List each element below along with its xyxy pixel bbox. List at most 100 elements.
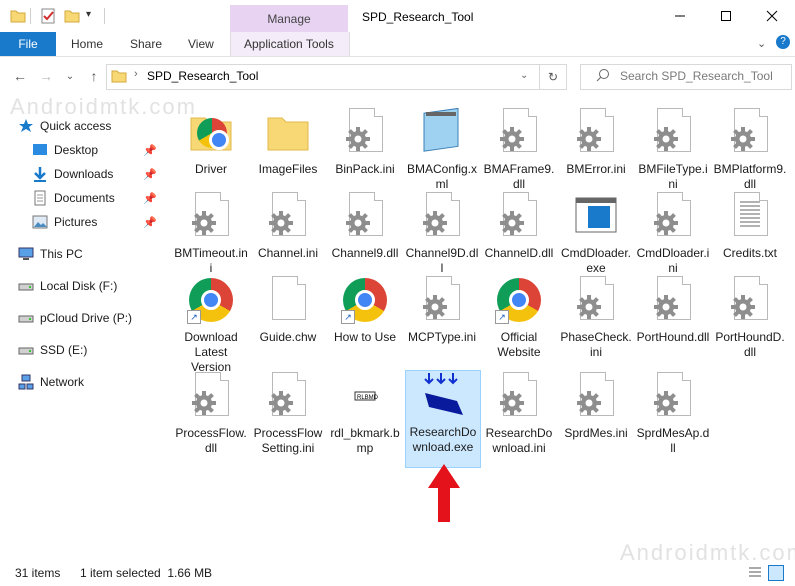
settings-file-icon	[418, 276, 466, 324]
file-item[interactable]: PortHoundD.dll	[713, 276, 787, 374]
watermark: Androidmtk.com	[10, 94, 197, 119]
file-item[interactable]: ↗ How to Use	[328, 276, 402, 374]
settings-file-icon	[341, 192, 389, 240]
file-name: ChannelD.dll	[484, 246, 554, 260]
new-folder-icon[interactable]	[64, 8, 80, 24]
file-name: rdl_bkmark.bmp	[330, 426, 400, 455]
close-button[interactable]	[749, 0, 795, 32]
nav-local-disk[interactable]: Local Disk (F:)	[18, 275, 117, 297]
settings-file-icon	[649, 372, 697, 420]
help-icon[interactable]: ?	[776, 35, 790, 49]
file-name: SprdMes.ini	[564, 426, 628, 440]
nav-label: Downloads	[54, 167, 114, 181]
file-name: Guide.chw	[259, 330, 317, 344]
file-name: Official Website	[497, 330, 541, 359]
file-name: ResearchDownload.ini	[485, 426, 553, 455]
folder-icon	[111, 68, 127, 87]
address-path: SPD_Research_Tool	[147, 69, 259, 83]
bitmap-icon: RLBMD	[341, 372, 389, 420]
nav-pictures[interactable]: Pictures	[32, 211, 97, 233]
tab-application-tools[interactable]: Application Tools	[244, 32, 334, 56]
selection-info: 1 item selected 1.66 MB	[80, 566, 213, 580]
pin-icon[interactable]: 📌	[143, 192, 157, 205]
settings-file-icon	[572, 108, 620, 156]
app-window-icon	[572, 192, 620, 240]
file-name: PortHound.dll	[636, 330, 710, 344]
drive-icon	[18, 347, 34, 355]
file-item[interactable]: Guide.chw	[251, 276, 325, 374]
settings-file-icon	[187, 372, 235, 420]
documents-icon	[34, 190, 46, 206]
file-item[interactable]: ↗ Official Website	[482, 276, 556, 374]
pin-icon[interactable]: 📌	[143, 168, 157, 181]
file-item[interactable]: MCPType.ini	[405, 276, 479, 374]
file-name: Channel.ini	[257, 246, 319, 260]
expand-ribbon-icon[interactable]: ⌄	[757, 37, 766, 50]
folder-icon[interactable]	[10, 8, 26, 24]
up-arrow-icon[interactable]: ↑	[84, 66, 104, 86]
properties-icon[interactable]	[40, 8, 56, 24]
search-icon	[596, 68, 610, 85]
tab-file[interactable]: File	[0, 32, 56, 56]
settings-file-icon	[572, 372, 620, 420]
pin-icon[interactable]: 📌	[143, 216, 157, 229]
item-count: 31 items	[15, 566, 61, 580]
file-name: Channel9.dll	[331, 246, 399, 260]
refresh-button[interactable]: ↻	[539, 64, 567, 90]
file-item[interactable]: SprdMes.ini	[559, 372, 633, 470]
file-name: Credits.txt	[722, 246, 777, 260]
nav-this-pc[interactable]: This PC	[18, 243, 83, 265]
manage-tab[interactable]: Manage	[230, 12, 348, 26]
file-item[interactable]: PhaseCheck.ini	[559, 276, 633, 374]
tab-share[interactable]: Share	[130, 32, 162, 56]
file-name: BMError.ini	[566, 162, 626, 176]
file-item[interactable]: RLBMD rdl_bkmark.bmp	[328, 372, 402, 470]
settings-file-icon	[495, 372, 543, 420]
nav-downloads[interactable]: Downloads	[32, 163, 113, 185]
large-icons-view-icon[interactable]	[768, 565, 784, 581]
file-item[interactable]: PortHound.dll	[636, 276, 710, 374]
back-arrow-icon[interactable]: ←	[10, 66, 30, 86]
tab-view[interactable]: View	[188, 32, 214, 56]
minimize-button[interactable]	[657, 0, 703, 32]
address-dropdown-icon[interactable]: ⌄	[520, 70, 528, 81]
settings-file-icon	[341, 108, 389, 156]
nav-desktop[interactable]: Desktop	[32, 139, 98, 161]
settings-file-icon	[495, 192, 543, 240]
chrome-shortcut-icon: ↗	[495, 276, 543, 324]
file-item[interactable]: ResearchDownload.exe	[405, 370, 481, 468]
settings-file-icon	[264, 192, 312, 240]
text-file-icon	[726, 192, 774, 240]
tab-home[interactable]: Home	[71, 32, 103, 56]
nav-documents[interactable]: Documents	[32, 187, 115, 209]
nav-pcloud-drive[interactable]: pCloud Drive (P:)	[18, 307, 132, 329]
details-view-icon[interactable]	[748, 566, 762, 581]
recent-locations-icon[interactable]: ⌄	[60, 66, 80, 86]
nav-ssd[interactable]: SSD (E:)	[18, 339, 87, 361]
notepad-icon	[418, 107, 466, 156]
forward-arrow-icon[interactable]: →	[36, 66, 56, 86]
customize-dropdown-icon[interactable]: ▾	[86, 9, 91, 20]
chevron-right-icon[interactable]: ›	[134, 68, 138, 80]
pin-icon[interactable]: 📌	[143, 144, 157, 157]
network-icon	[18, 374, 34, 390]
file-name: Download Latest Version	[184, 330, 238, 374]
nav-label: Quick access	[40, 119, 112, 133]
chrome-folder-icon	[187, 108, 235, 156]
nav-network[interactable]: Network	[18, 371, 84, 393]
settings-file-icon	[649, 108, 697, 156]
file-item[interactable]: ProcessFlowSetting.ini	[251, 372, 325, 470]
file-item[interactable]: SprdMesAp.dll	[636, 372, 710, 470]
svg-text:RLBMD: RLBMD	[357, 395, 379, 401]
nav-label: Pictures	[54, 215, 98, 229]
file-item[interactable]: ResearchDownload.ini	[482, 372, 556, 470]
separator	[104, 8, 105, 24]
file-item[interactable]: ProcessFlow.dll	[174, 372, 248, 470]
file-name: PhaseCheck.ini	[560, 330, 632, 359]
maximize-button[interactable]	[703, 0, 749, 32]
chrome-shortcut-icon: ↗	[187, 276, 235, 324]
chrome-shortcut-icon: ↗	[341, 276, 389, 324]
file-item[interactable]: ↗ Download Latest Version	[174, 276, 248, 374]
drive-icon	[18, 315, 34, 323]
settings-file-icon	[495, 108, 543, 156]
